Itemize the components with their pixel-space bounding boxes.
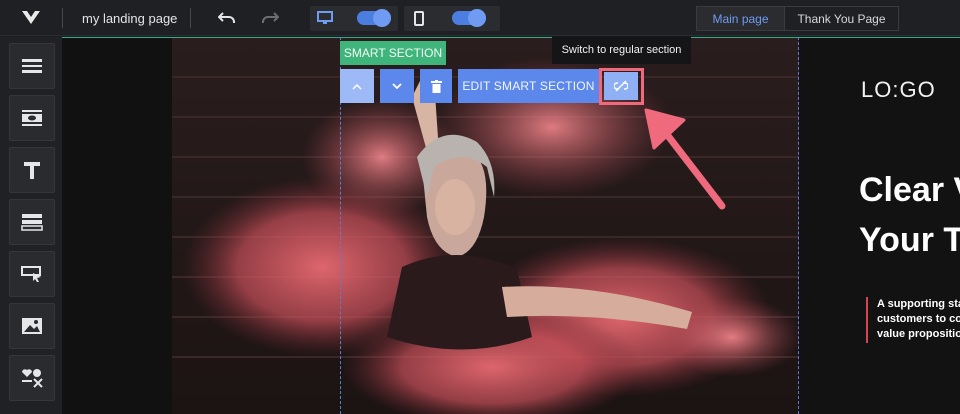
annotation-arrow-icon <box>644 108 726 210</box>
move-down-button[interactable] <box>380 69 414 103</box>
logo-text[interactable]: LO:GO <box>861 77 936 103</box>
chevron-up-icon <box>352 83 362 90</box>
tab-thank-you-page[interactable]: Thank You Page <box>785 7 898 30</box>
smart-section-icon[interactable] <box>9 95 55 141</box>
chevron-down-icon <box>392 82 402 89</box>
unlink-icon <box>614 80 628 92</box>
move-up-button[interactable] <box>340 69 374 103</box>
support-accent-bar <box>866 297 868 343</box>
layout-icon[interactable] <box>9 199 55 245</box>
widgets-icon[interactable] <box>9 355 55 401</box>
mobile-icon[interactable] <box>409 8 429 28</box>
trash-icon <box>430 79 442 93</box>
left-toolbar <box>0 37 62 414</box>
switch-tooltip: Switch to regular section <box>552 36 691 64</box>
brand-logo-icon[interactable] <box>20 8 42 28</box>
hero-content-panel: LO:GO Clear V Your T A supporting sta cu… <box>800 37 960 414</box>
switch-to-regular-section-button[interactable] <box>604 72 638 100</box>
section-icon[interactable] <box>9 43 55 89</box>
button-icon[interactable] <box>9 251 55 297</box>
redo-icon[interactable] <box>260 8 280 28</box>
headline-line-1[interactable]: Clear V <box>859 171 960 210</box>
section-guide-right <box>798 37 799 414</box>
divider <box>62 8 63 28</box>
undo-icon[interactable] <box>217 8 237 28</box>
edit-smart-section-button[interactable]: EDIT SMART SECTION <box>458 69 599 103</box>
headline-line-2[interactable]: Your T <box>859 221 960 260</box>
support-text-line-1[interactable]: A supporting sta <box>877 298 960 310</box>
image-icon[interactable] <box>9 303 55 349</box>
editor-app: my landing page Main page Thank You Page… <box>0 0 960 414</box>
support-text-line-2[interactable]: customers to co <box>877 313 960 325</box>
top-bar: my landing page Main page Thank You Page <box>0 0 960 36</box>
mobile-toggle[interactable] <box>452 9 486 27</box>
desktop-icon[interactable] <box>315 8 335 28</box>
text-icon[interactable] <box>9 147 55 193</box>
canvas-top-border <box>62 37 960 38</box>
divider <box>190 8 191 28</box>
edit-smart-section-label: EDIT SMART SECTION <box>462 79 595 93</box>
project-name[interactable]: my landing page <box>82 11 177 26</box>
page-tabs: Main page Thank You Page <box>696 6 899 31</box>
smart-section-badge: SMART SECTION <box>340 41 446 65</box>
tab-main-page[interactable]: Main page <box>697 7 785 30</box>
desktop-toggle[interactable] <box>357 9 391 27</box>
support-text-line-3[interactable]: value propositio <box>877 328 960 340</box>
delete-section-button[interactable] <box>420 69 452 103</box>
